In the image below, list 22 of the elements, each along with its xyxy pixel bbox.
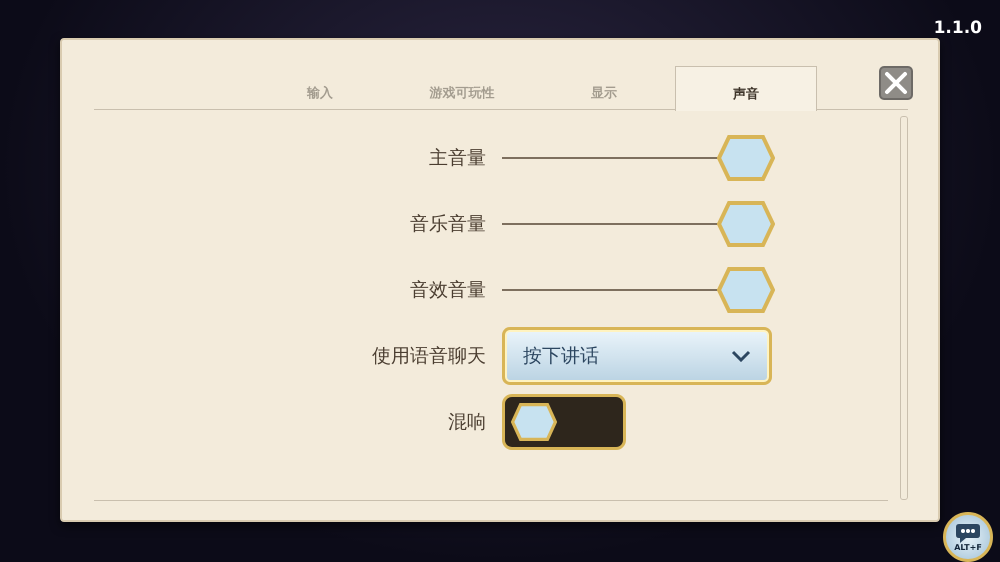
volume-slider[interactable] bbox=[502, 201, 775, 247]
setting-label: 使用语音聊天 bbox=[371, 344, 487, 369]
chat-button[interactable]: ALT+F bbox=[943, 512, 993, 562]
shortcut-label: ALT+F bbox=[954, 544, 982, 552]
close-button[interactable] bbox=[879, 66, 913, 100]
reverb-toggle[interactable] bbox=[502, 394, 626, 450]
setting-label: 音乐音量 bbox=[409, 212, 487, 237]
voice-chat-dropdown[interactable]: 按下讲话 bbox=[502, 327, 772, 385]
slider-thumb[interactable] bbox=[717, 135, 775, 181]
scrollbar[interactable] bbox=[900, 116, 908, 500]
setting-label: 混响 bbox=[447, 410, 487, 435]
chevron-down-icon bbox=[731, 350, 751, 362]
volume-slider[interactable] bbox=[502, 267, 775, 313]
slider-thumb[interactable] bbox=[717, 267, 775, 313]
tab[interactable]: 声音 bbox=[675, 66, 817, 111]
setting-label: 音效音量 bbox=[409, 278, 487, 303]
version-label: 1.1.0 bbox=[934, 17, 982, 40]
volume-slider[interactable] bbox=[502, 135, 775, 181]
slider-thumb[interactable] bbox=[717, 201, 775, 247]
toggle-knob[interactable] bbox=[511, 403, 557, 441]
chat-bubble-icon bbox=[955, 522, 981, 544]
setting-label: 主音量 bbox=[428, 146, 487, 171]
